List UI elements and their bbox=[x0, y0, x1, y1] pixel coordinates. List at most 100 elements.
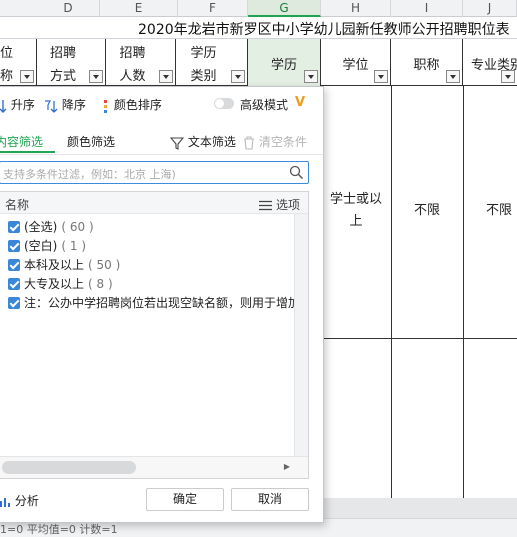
status-summary: 1=0 平均值=0 计数=1 bbox=[0, 523, 118, 536]
sort-ascending-button[interactable]: 升序 bbox=[0, 96, 35, 113]
header-text: 招聘 bbox=[49, 46, 76, 61]
header-cell-edu-type[interactable]: 学历 类别 bbox=[176, 39, 248, 86]
header-text: 招聘 bbox=[119, 46, 146, 61]
header-cell-title[interactable]: 职称 bbox=[391, 39, 463, 86]
column-header-e[interactable]: E bbox=[100, 0, 178, 17]
column-header-d[interactable]: D bbox=[37, 0, 100, 17]
column-header-g[interactable]: G bbox=[248, 0, 321, 17]
list-item[interactable]: (全选)( 60 ) bbox=[8, 218, 94, 237]
header-cell-education[interactable]: 学历 bbox=[248, 39, 321, 86]
color-sort-icon bbox=[104, 99, 107, 113]
filter-dropdown-icon[interactable] bbox=[159, 70, 173, 83]
text-filter-label: 文本筛选 bbox=[187, 135, 236, 149]
item-count: ( 1 ) bbox=[61, 239, 87, 253]
search-icon[interactable] bbox=[289, 165, 304, 180]
text-filter-button[interactable]: 文本筛选 bbox=[170, 133, 236, 150]
column-header-bar: D E F G H I J bbox=[0, 0, 517, 17]
vip-badge-icon: V bbox=[295, 95, 306, 110]
header-text: 位 bbox=[0, 46, 14, 61]
sheet-title-row: 2020年龙岩市新罗区中小学幼儿园新任教师公开招聘职位表 bbox=[0, 17, 517, 39]
filter-dropdown-icon[interactable] bbox=[501, 70, 515, 83]
header-text: 方式 bbox=[49, 69, 76, 84]
header-cell-count[interactable]: 招聘 人数 bbox=[106, 39, 176, 86]
filter-search-input[interactable]: 支持多条件过滤，例如：北京 上海) bbox=[0, 161, 309, 184]
item-label: 大专及以上 bbox=[24, 277, 85, 291]
advanced-mode-toggle[interactable] bbox=[214, 98, 234, 109]
checkbox[interactable] bbox=[8, 221, 20, 233]
filter-dropdown-icon[interactable] bbox=[304, 70, 318, 83]
filter-dropdown-icon[interactable] bbox=[446, 70, 460, 83]
item-label: 本科及以上 bbox=[24, 258, 85, 272]
ok-button[interactable]: 确定 bbox=[146, 488, 224, 511]
checkbox[interactable] bbox=[8, 240, 20, 252]
header-cell-major[interactable]: 专业类别 bbox=[463, 39, 517, 86]
item-count: ( 8 ) bbox=[88, 277, 113, 291]
clear-conditions-button[interactable]: 清空条件 bbox=[243, 133, 307, 150]
trash-icon bbox=[244, 135, 254, 150]
scrollbar-thumb[interactable] bbox=[2, 461, 136, 474]
header-text: 学历 bbox=[190, 46, 217, 61]
header-text: 人数 bbox=[119, 69, 146, 84]
checkbox[interactable] bbox=[8, 297, 20, 309]
list-item[interactable]: 注：公办中学招聘岗位若出现空缺名额，则用于增加小 bbox=[8, 294, 309, 313]
filter-dropdown-icon[interactable] bbox=[231, 70, 245, 83]
funnel-icon bbox=[170, 136, 184, 150]
column-header-j[interactable]: J bbox=[463, 0, 517, 17]
list-item[interactable]: (空白)( 1 ) bbox=[8, 237, 86, 256]
cell-major-requirement[interactable]: 不限 bbox=[463, 200, 517, 222]
filter-dropdown-icon[interactable] bbox=[89, 70, 103, 83]
list-header: 名称 选项 bbox=[0, 192, 308, 214]
search-placeholder: 支持多条件过滤，例如：北京 上海) bbox=[3, 168, 176, 181]
analysis-icon bbox=[0, 497, 10, 507]
filter-dropdown-icon[interactable] bbox=[20, 70, 34, 83]
analysis-label: 分析 bbox=[14, 494, 39, 508]
sheet-title[interactable]: 2020年龙岩市新罗区中小学幼儿园新任教师公开招聘职位表 bbox=[138, 19, 510, 39]
item-count: ( 60 ) bbox=[61, 220, 94, 234]
header-cell-degree[interactable]: 学位 bbox=[321, 39, 391, 86]
checkbox[interactable] bbox=[8, 259, 20, 271]
item-label: (全选) bbox=[24, 220, 58, 234]
color-sort-button[interactable]: 颜色排序 bbox=[102, 96, 162, 113]
sort-ascending-label: 升序 bbox=[10, 98, 35, 112]
checkbox[interactable] bbox=[8, 278, 20, 290]
cancel-button[interactable]: 取消 bbox=[231, 488, 309, 511]
analysis-button[interactable]: 分析 bbox=[0, 492, 39, 509]
table-header-row: 位 称 招聘 方式 招聘 人数 学历 类别 学历 学位 职称 专业类别 bbox=[0, 39, 517, 86]
cell-degree[interactable]: 学士或以上 bbox=[324, 189, 388, 233]
options-button[interactable]: 选项 bbox=[259, 196, 300, 213]
item-label: 注：公办中学招聘岗位若出现空缺名额，则用于增加小 bbox=[24, 296, 309, 310]
vertical-scrollbar[interactable] bbox=[294, 214, 308, 456]
grid-line bbox=[463, 86, 464, 498]
grid-line bbox=[321, 338, 517, 339]
column-header-h[interactable]: H bbox=[321, 0, 391, 17]
popup-footer: 分析 确定 取消 bbox=[0, 485, 323, 515]
cell-title-requirement[interactable]: 不限 bbox=[391, 200, 463, 222]
header-cell-method[interactable]: 招聘 方式 bbox=[37, 39, 106, 86]
sort-descending-label: 降序 bbox=[61, 98, 86, 112]
sort-toolbar: 升序 降序 颜色排序 高级模式 V bbox=[0, 87, 323, 121]
menu-icon bbox=[259, 200, 273, 211]
tabs-divider bbox=[0, 154, 323, 155]
list-item[interactable]: 本科及以上( 50 ) bbox=[8, 256, 120, 275]
filter-popup: 升序 降序 颜色排序 高级模式 V 内容筛选 颜色筛选 文本筛选 清空条件 支持… bbox=[0, 86, 324, 523]
options-label: 选项 bbox=[275, 198, 300, 212]
list-item[interactable]: 大专及以上( 8 ) bbox=[8, 275, 113, 294]
header-cell-position[interactable]: 位 称 bbox=[0, 39, 37, 86]
sort-descending-icon bbox=[45, 99, 58, 113]
tab-content-filter[interactable]: 内容筛选 bbox=[0, 133, 43, 150]
column-header-i[interactable]: I bbox=[391, 0, 463, 17]
color-sort-label: 颜色排序 bbox=[113, 98, 162, 112]
horizontal-scrollbar[interactable]: ▶ bbox=[0, 456, 308, 478]
list-header-label: 名称 bbox=[5, 198, 30, 212]
header-text: 称 bbox=[0, 69, 14, 84]
item-count: ( 50 ) bbox=[88, 258, 121, 272]
filter-value-list: 名称 选项 (全选)( 60 ) (空白)( 1 ) 本科及以上( 50 ) 大… bbox=[0, 191, 309, 479]
item-label: (空白) bbox=[24, 239, 58, 253]
tab-color-filter[interactable]: 颜色筛选 bbox=[67, 133, 115, 150]
column-header-f[interactable]: F bbox=[178, 0, 248, 17]
scroll-right-arrow-icon[interactable]: ▶ bbox=[284, 462, 290, 471]
sort-ascending-icon bbox=[0, 99, 7, 113]
grid-line bbox=[391, 86, 392, 498]
filter-dropdown-icon[interactable] bbox=[374, 70, 388, 83]
sort-descending-button[interactable]: 降序 bbox=[44, 96, 86, 113]
